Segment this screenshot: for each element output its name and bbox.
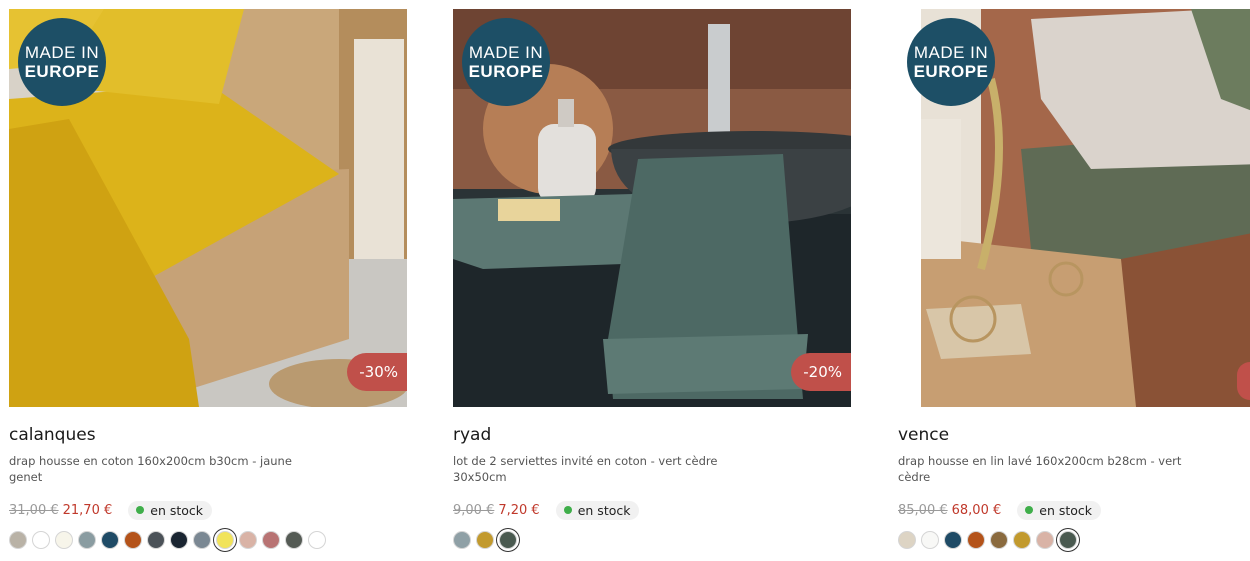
color-swatch[interactable] — [1013, 531, 1031, 549]
discount-badge: -30% — [347, 353, 407, 391]
sale-price: 7,20 € — [498, 502, 540, 518]
product-description[interactable]: lot de 2 serviettes invité en coton - ve… — [453, 453, 743, 487]
stock-dot-icon — [1025, 506, 1034, 514]
stock-label: en stock — [577, 502, 631, 518]
stock-badge: en stock — [1017, 500, 1102, 520]
color-swatches — [453, 531, 851, 549]
color-swatch[interactable] — [308, 531, 326, 549]
badge-line1: MADE IN — [468, 42, 544, 62]
stock-badge: en stock — [128, 500, 213, 520]
product-title[interactable]: calanques — [9, 425, 407, 447]
color-swatch[interactable] — [78, 531, 96, 549]
badge-line1: MADE IN — [913, 42, 989, 62]
price-row: 31,00 € 21,70 € en stock — [9, 500, 407, 520]
made-in-europe-badge: MADE IN EUROPE — [18, 18, 106, 106]
color-swatch[interactable] — [898, 531, 916, 549]
color-swatch[interactable] — [285, 531, 303, 549]
price-row: 85,00 € 68,00 € en stock — [898, 500, 1250, 520]
color-swatches — [9, 531, 407, 549]
product-image[interactable]: MADE IN EUROPE -30% — [9, 9, 407, 407]
color-swatch[interactable] — [921, 531, 939, 549]
made-in-europe-badge: MADE IN EUROPE — [462, 18, 550, 106]
stock-dot-icon — [563, 506, 572, 514]
sale-price: 68,00 € — [951, 502, 1002, 518]
color-swatch[interactable] — [147, 531, 165, 549]
discount-badge — [1237, 362, 1250, 400]
color-swatch[interactable] — [990, 531, 1008, 549]
color-swatch[interactable] — [499, 531, 517, 549]
product-title[interactable]: ryad — [453, 425, 851, 447]
product-description[interactable]: drap housse en lin lavé 160x200cm b28cm … — [898, 453, 1188, 487]
sale-price: 21,70 € — [62, 502, 113, 518]
badge-line2: EUROPE — [468, 61, 544, 81]
discount-badge: -20% — [791, 353, 851, 391]
product-card[interactable]: MADE IN EUROPE -20% ryad lot de 2 servie… — [453, 9, 851, 549]
made-in-europe-badge: MADE IN EUROPE — [907, 18, 995, 106]
old-price: 9,00 € — [453, 502, 495, 518]
color-swatch[interactable] — [944, 531, 962, 549]
color-swatch[interactable] — [476, 531, 494, 549]
color-swatch[interactable] — [170, 531, 188, 549]
color-swatch[interactable] — [967, 531, 985, 549]
product-image[interactable]: MADE IN EUROPE — [898, 9, 1250, 407]
stock-label: en stock — [150, 502, 204, 518]
color-swatches — [898, 531, 1250, 549]
color-swatch[interactable] — [55, 531, 73, 549]
old-price: 85,00 € — [898, 502, 948, 518]
product-image[interactable]: MADE IN EUROPE -20% — [453, 9, 851, 407]
product-description[interactable]: drap housse en coton 160x200cm b30cm - j… — [9, 453, 299, 487]
color-swatch[interactable] — [193, 531, 211, 549]
color-swatch[interactable] — [1059, 531, 1077, 549]
product-card[interactable]: MADE IN EUROPE -30% calanques drap houss… — [9, 9, 407, 549]
old-price: 31,00 € — [9, 502, 59, 518]
stock-label: en stock — [1039, 502, 1093, 518]
color-swatch[interactable] — [101, 531, 119, 549]
color-swatch[interactable] — [262, 531, 280, 549]
badge-line2: EUROPE — [913, 61, 989, 81]
color-swatch[interactable] — [9, 531, 27, 549]
color-swatch[interactable] — [1036, 531, 1054, 549]
product-title[interactable]: vence — [898, 425, 1250, 447]
product-card[interactable]: MADE IN EUROPE vence drap housse en lin … — [898, 9, 1250, 549]
color-swatch[interactable] — [453, 531, 471, 549]
badge-line2: EUROPE — [24, 61, 100, 81]
stock-dot-icon — [136, 506, 145, 514]
color-swatch[interactable] — [216, 531, 234, 549]
stock-badge: en stock — [555, 500, 640, 520]
color-swatch[interactable] — [239, 531, 257, 549]
badge-line1: MADE IN — [24, 42, 100, 62]
color-swatch[interactable] — [32, 531, 50, 549]
color-swatch[interactable] — [124, 531, 142, 549]
price-row: 9,00 € 7,20 € en stock — [453, 500, 851, 520]
